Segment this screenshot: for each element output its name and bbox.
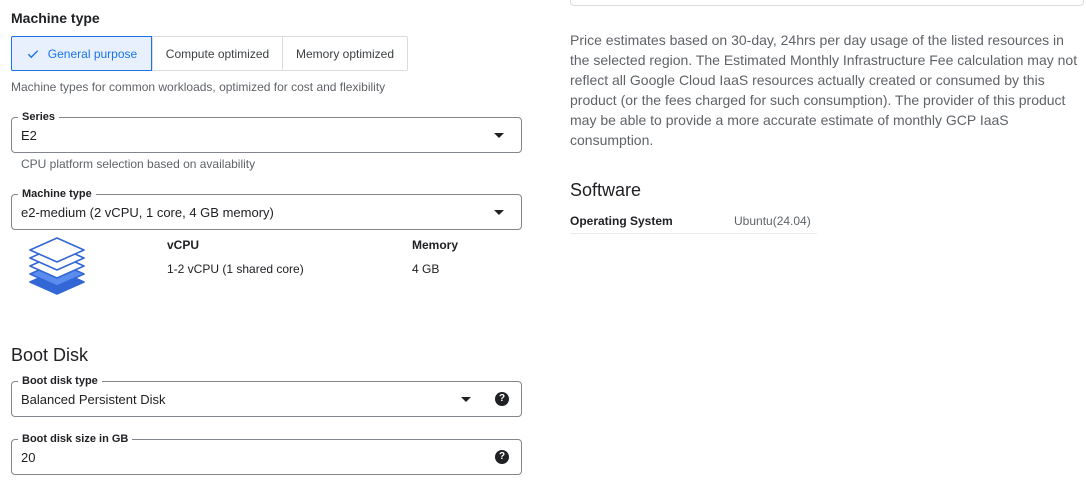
machine-type-value: e2-medium (2 vCPU, 1 core, 4 GB memory)	[21, 205, 274, 220]
boot-disk-type-select[interactable]: Boot disk type Balanced Persistent Disk …	[11, 374, 522, 417]
help-circle-icon[interactable]: ?	[495, 450, 509, 464]
boot-disk-size-input[interactable]: Boot disk size in GB 20 ?	[11, 432, 522, 475]
boot-disk-type-label: Boot disk type	[18, 374, 102, 388]
series-label: Series	[18, 110, 60, 124]
series-value: E2	[21, 128, 37, 143]
machine-family-tabs: General purpose Compute optimized Memory…	[11, 36, 408, 71]
boot-disk-title: Boot Disk	[11, 345, 89, 365]
tab-general-purpose-label: General purpose	[47, 46, 138, 61]
memory-header: Memory	[412, 238, 459, 252]
chevron-down-icon	[494, 210, 504, 215]
machine-type-label: Machine type	[18, 187, 96, 201]
boot-disk-size-label: Boot disk size in GB	[18, 432, 133, 446]
vcpu-header: vCPU	[167, 238, 200, 252]
series-helper: CPU platform selection based on availabi…	[21, 157, 256, 171]
tab-general-purpose[interactable]: General purpose	[11, 36, 152, 71]
tab-compute-optimized-label: Compute optimized	[165, 46, 270, 61]
os-value: Ubuntu(24.04)	[734, 214, 811, 228]
memory-value: 4 GB	[412, 262, 440, 276]
help-circle-icon[interactable]: ?	[495, 392, 509, 406]
layers-stack-icon	[26, 234, 88, 298]
tab-memory-optimized-label: Memory optimized	[295, 46, 395, 61]
price-estimate-note: Price estimates based on 30-day, 24hrs p…	[570, 32, 1078, 148]
pricing-card-edge	[570, 0, 1084, 6]
machine-type-title: Machine type	[11, 10, 100, 26]
software-row-os: Operating System Ubuntu(24.04)	[570, 210, 817, 234]
machine-type-select[interactable]: Machine type e2-medium (2 vCPU, 1 core, …	[11, 187, 522, 230]
boot-disk-size-value[interactable]: 20	[21, 450, 35, 465]
chevron-down-icon	[461, 397, 471, 402]
machine-type-description: Machine types for common workloads, opti…	[11, 80, 386, 94]
check-icon	[26, 47, 40, 61]
chevron-down-icon	[494, 133, 504, 138]
tab-compute-optimized[interactable]: Compute optimized	[152, 37, 282, 70]
boot-disk-type-value: Balanced Persistent Disk	[21, 392, 166, 407]
tab-memory-optimized[interactable]: Memory optimized	[282, 37, 407, 70]
software-title: Software	[570, 180, 642, 200]
series-select[interactable]: Series E2	[11, 110, 522, 153]
os-key: Operating System	[570, 214, 673, 228]
vcpu-value: 1-2 vCPU (1 shared core)	[167, 262, 304, 276]
